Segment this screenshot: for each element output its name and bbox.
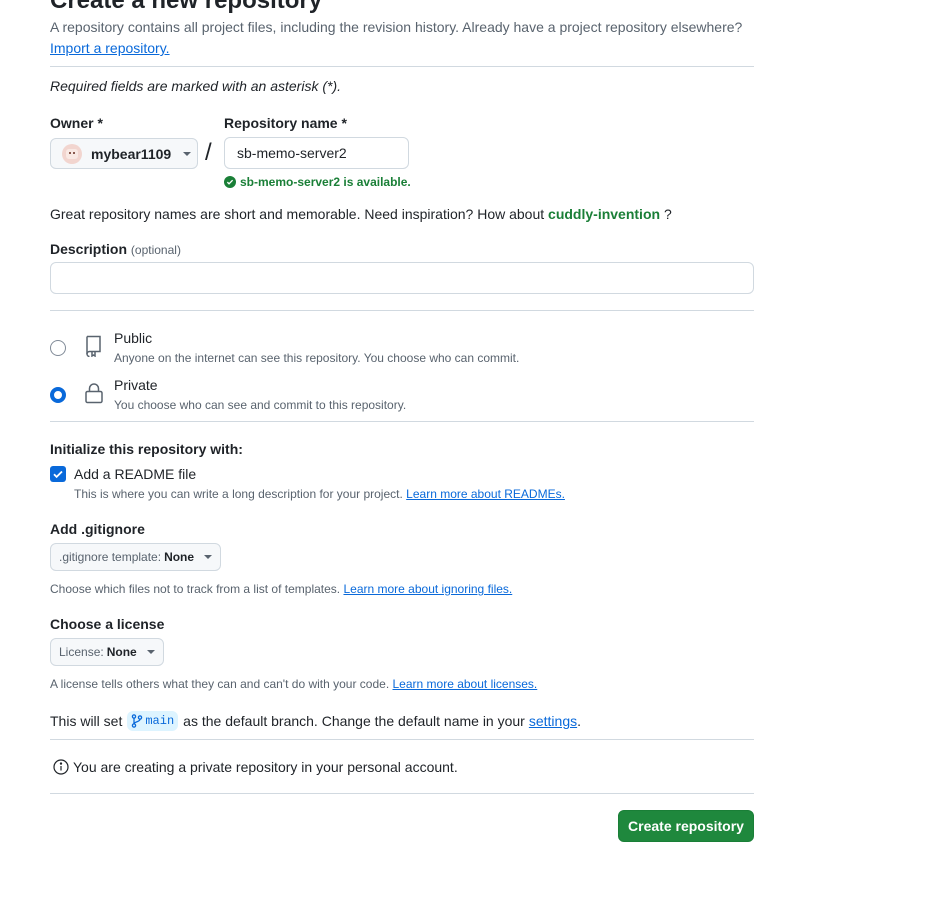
description-label-text: Description (50, 241, 128, 257)
check-circle-icon (224, 176, 236, 188)
gitignore-desc: Choose which files not to track from a l… (50, 582, 512, 596)
repo-name-label: Repository name * (224, 115, 347, 131)
visibility-public-radio[interactable] (50, 340, 66, 356)
lock-icon (85, 383, 103, 404)
gitignore-learn-more-link[interactable]: Learn more about ignoring files. (343, 582, 512, 596)
chevron-down-icon (204, 555, 213, 559)
gitignore-select-value: None (164, 550, 195, 564)
license-select-value: None (106, 645, 137, 659)
branch-name: main (145, 714, 175, 728)
chevron-down-icon (146, 650, 155, 654)
branch-suffix: . (577, 713, 581, 729)
visibility-private-radio[interactable] (50, 387, 66, 403)
description-input[interactable] (50, 262, 754, 294)
readme-label[interactable]: Add a README file (74, 466, 196, 482)
visibility-private-title: Private (114, 377, 158, 393)
page-title: Create a new repository (50, 0, 323, 14)
info-icon (53, 759, 69, 775)
visibility-public-desc: Anyone on the internet can see this repo… (114, 351, 520, 365)
readme-desc-text: This is where you can write a long descr… (74, 487, 403, 501)
divider (50, 421, 754, 422)
private-info-text: You are creating a private repository in… (73, 759, 458, 775)
license-heading: Choose a license (50, 616, 165, 632)
required-fields-note: Required fields are marked with an aster… (50, 78, 342, 94)
license-learn-more-link[interactable]: Learn more about licenses. (393, 677, 538, 691)
divider (50, 66, 754, 67)
owner-dropdown[interactable]: mybear1109 (50, 138, 198, 169)
owner-label: Owner * (50, 115, 103, 131)
gitignore-desc-text: Choose which files not to track from a l… (50, 582, 341, 596)
readme-checkbox[interactable] (50, 466, 66, 482)
default-branch-note: This will set main as the default branch… (50, 711, 581, 731)
git-branch-icon (132, 714, 143, 728)
gitignore-select-prefix: .gitignore template: (59, 550, 162, 564)
license-select[interactable]: License: None (50, 638, 164, 666)
divider (50, 793, 754, 794)
settings-link[interactable]: settings (529, 713, 577, 729)
availability-message: sb-memo-server2 is available. (224, 175, 411, 189)
avatar (62, 143, 82, 164)
visibility-public-title: Public (114, 330, 153, 346)
inspiration-suffix: ? (663, 206, 672, 222)
branch-pill: main (127, 711, 179, 731)
private-info: You are creating a private repository in… (53, 759, 458, 775)
description-label: Description (optional) (50, 241, 181, 258)
availability-text: sb-memo-server2 is available. (240, 175, 411, 189)
license-select-prefix: License: (59, 645, 104, 659)
branch-prefix: This will set (50, 713, 123, 729)
create-repository-button[interactable]: Create repository (618, 810, 754, 842)
initialize-heading: Initialize this repository with: (50, 441, 243, 457)
suggested-name-link[interactable]: cuddly-invention (548, 206, 660, 222)
page-subtitle: A repository contains all project files,… (50, 19, 743, 35)
divider (50, 310, 754, 311)
chevron-down-icon (183, 151, 192, 156)
owner-name: mybear1109 (91, 145, 172, 162)
branch-middle: as the default branch. Change the defaul… (183, 713, 525, 729)
license-desc: A license tells others what they can and… (50, 677, 537, 691)
optional-tag: (optional) (130, 243, 181, 257)
repo-icon (86, 335, 101, 357)
gitignore-template-select[interactable]: .gitignore template: None (50, 543, 222, 571)
gitignore-heading: Add .gitignore (50, 521, 145, 537)
name-inspiration: Great repository names are short and mem… (50, 206, 672, 222)
inspiration-text: Great repository names are short and mem… (50, 206, 545, 222)
import-repository-link[interactable]: Import a repository. (50, 40, 170, 56)
readme-desc: This is where you can write a long descr… (74, 487, 565, 501)
license-desc-text: A license tells others what they can and… (50, 677, 390, 691)
checkmark-icon (53, 470, 63, 479)
repo-name-input[interactable] (224, 137, 409, 169)
owner-repo-separator: / (205, 139, 212, 166)
visibility-private-desc: You choose who can see and commit to thi… (114, 398, 407, 412)
readme-learn-more-link[interactable]: Learn more about READMEs. (406, 487, 565, 501)
divider (50, 739, 754, 740)
